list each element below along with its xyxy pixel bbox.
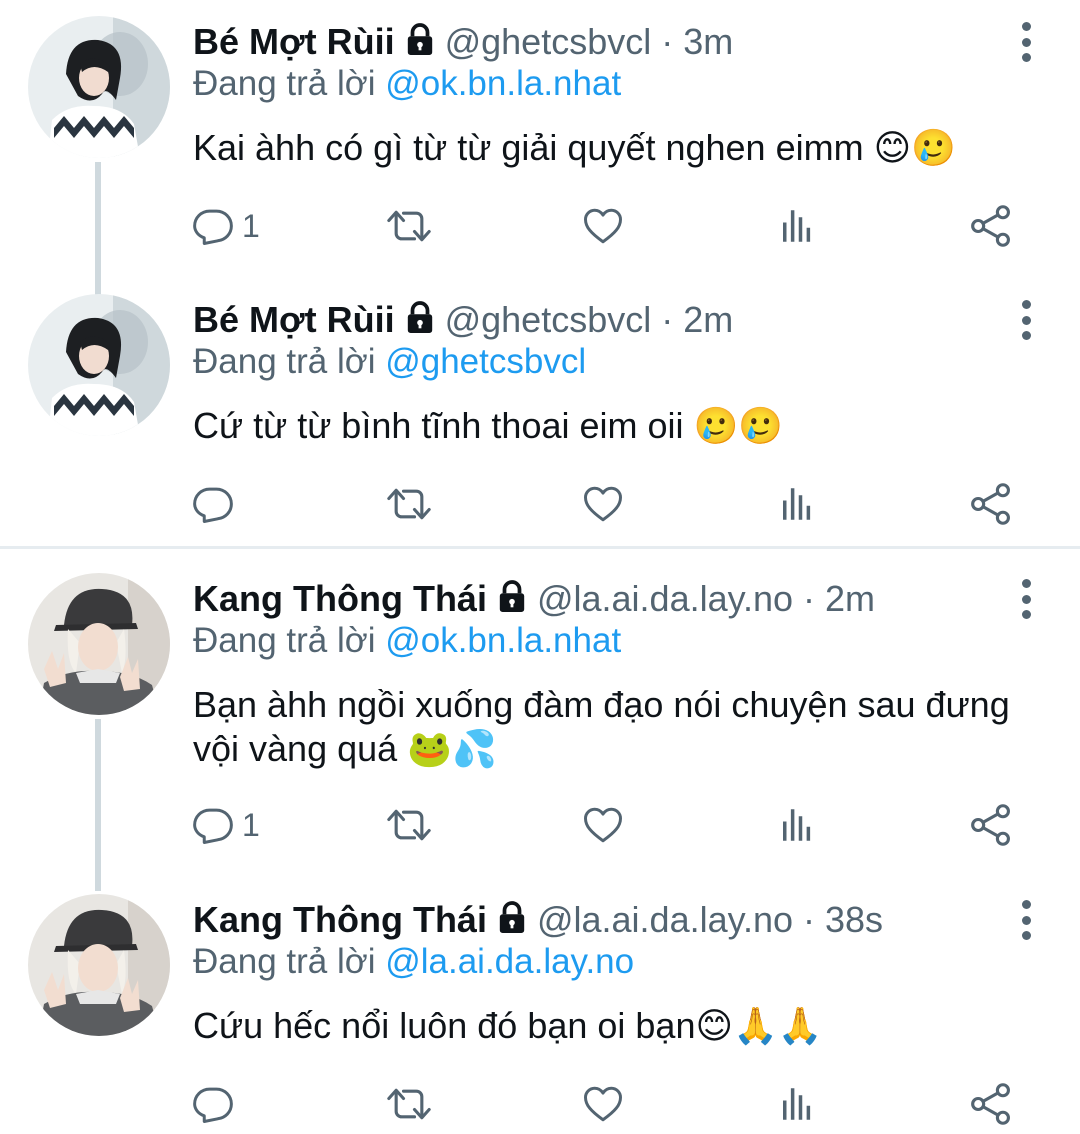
lock-icon <box>497 580 527 623</box>
heart-icon <box>582 1083 624 1125</box>
reply-button[interactable]: 1 <box>192 797 260 853</box>
more-options-icon[interactable] <box>1016 579 1036 619</box>
replying-prefix: Đang trả lời <box>193 342 376 381</box>
replying-prefix: Đang trả lời <box>193 942 376 981</box>
display-name[interactable]: Bé Mợt Rùii <box>193 21 395 63</box>
reply-count: 1 <box>242 806 260 843</box>
tweet-actions <box>0 476 1080 532</box>
separator-dot: · <box>661 299 674 340</box>
avatar[interactable] <box>28 894 170 1036</box>
bar-chart-icon <box>776 804 818 846</box>
retweet-button[interactable] <box>385 198 433 254</box>
more-options-icon[interactable] <box>1016 900 1036 940</box>
retweet-icon <box>385 482 433 526</box>
tweet-header: Bé Mợt Rùii @ghetcsbvcl · 2m <box>193 292 733 348</box>
view-stats-button[interactable] <box>776 198 818 254</box>
replying-prefix: Đang trả lời <box>193 621 376 660</box>
bar-chart-icon <box>776 483 818 525</box>
tweet-header: Bé Mợt Rùii @ghetcsbvcl · 3m <box>193 14 733 70</box>
replying-to: Đang trả lời @ghetcsbvcl <box>193 342 586 382</box>
more-options-icon[interactable] <box>1016 22 1036 62</box>
share-icon <box>969 482 1013 526</box>
thread-divider <box>0 546 1080 549</box>
reply-button[interactable] <box>192 1076 242 1132</box>
user-handle[interactable]: @ghetcsbvcl <box>445 21 652 63</box>
timestamp[interactable]: 38s <box>825 899 883 941</box>
reply-icon <box>192 483 234 525</box>
reply-button[interactable]: 1 <box>192 198 260 254</box>
display-name[interactable]: Kang Thông Thái <box>193 578 487 620</box>
tweet-text: Cứu hếc nổi luôn đó bạn oi bạn😊🙏🙏 <box>193 1005 823 1046</box>
like-button[interactable] <box>582 198 624 254</box>
share-icon <box>969 204 1013 248</box>
retweet-icon <box>385 1082 433 1126</box>
avatar[interactable] <box>28 294 170 436</box>
retweet-icon <box>385 803 433 847</box>
view-stats-button[interactable] <box>776 476 818 532</box>
bar-chart-icon <box>776 1083 818 1125</box>
timestamp[interactable]: 3m <box>683 21 733 63</box>
retweet-button[interactable] <box>385 476 433 532</box>
tweet-text: Bạn àhh ngồi xuống đàm đạo nói chuyện sa… <box>193 684 1010 769</box>
mention-link[interactable]: @ok.bn.la.nhat <box>385 64 621 103</box>
like-button[interactable] <box>582 476 624 532</box>
user-handle[interactable]: @la.ai.da.lay.no <box>537 578 793 620</box>
reply-icon <box>192 205 234 247</box>
reply-button[interactable] <box>192 476 242 532</box>
replying-to: Đang trả lời @ok.bn.la.nhat <box>193 621 621 661</box>
separator-dot: · <box>803 578 815 619</box>
reply-icon <box>192 804 234 846</box>
share-button[interactable] <box>969 797 1013 853</box>
view-stats-button[interactable] <box>776 797 818 853</box>
timestamp[interactable]: 2m <box>825 578 875 620</box>
mention-link[interactable]: @ok.bn.la.nhat <box>385 621 621 660</box>
user-handle[interactable]: @ghetcsbvcl <box>445 299 652 341</box>
share-icon <box>969 1082 1013 1126</box>
share-button[interactable] <box>969 1076 1013 1132</box>
like-button[interactable] <box>582 1076 624 1132</box>
reply-icon <box>192 1083 234 1125</box>
tweet-header: Kang Thông Thái @la.ai.da.lay.no · 2m <box>193 571 875 627</box>
user-handle[interactable]: @la.ai.da.lay.no <box>537 899 793 941</box>
heart-icon <box>582 483 624 525</box>
view-stats-button[interactable] <box>776 1076 818 1132</box>
tweet-actions <box>0 1076 1080 1132</box>
share-button[interactable] <box>969 476 1013 532</box>
retweet-icon <box>385 204 433 248</box>
replying-prefix: Đang trả lời <box>193 64 376 103</box>
avatar[interactable] <box>28 573 170 715</box>
separator-dot: · <box>803 899 815 940</box>
display-name[interactable]: Bé Mợt Rùii <box>193 299 395 341</box>
replying-to: Đang trả lời @ok.bn.la.nhat <box>193 64 621 104</box>
lock-icon <box>405 23 435 66</box>
separator-dot: · <box>661 21 674 62</box>
tweet-header: Kang Thông Thái @la.ai.da.lay.no · 38s <box>193 892 883 948</box>
tweet-actions: 1 <box>0 797 1080 853</box>
retweet-button[interactable] <box>385 797 433 853</box>
retweet-button[interactable] <box>385 1076 433 1132</box>
display-name[interactable]: Kang Thông Thái <box>193 899 487 941</box>
heart-icon <box>582 205 624 247</box>
lock-icon <box>497 901 527 944</box>
more-options-icon[interactable] <box>1016 300 1036 340</box>
timestamp[interactable]: 2m <box>683 299 733 341</box>
heart-icon <box>582 804 624 846</box>
share-button[interactable] <box>969 198 1013 254</box>
share-icon <box>969 803 1013 847</box>
tweet-text: Cứ từ từ bình tĩnh thoai eim oii 🥲🥲 <box>193 405 784 446</box>
lock-icon <box>405 301 435 344</box>
mention-link[interactable]: @la.ai.da.lay.no <box>385 942 634 981</box>
bar-chart-icon <box>776 205 818 247</box>
mention-link[interactable]: @ghetcsbvcl <box>385 342 586 381</box>
reply-count: 1 <box>242 207 260 244</box>
like-button[interactable] <box>582 797 624 853</box>
tweet-text: Kai àhh có gì từ từ giải quyết nghen eim… <box>193 127 956 168</box>
tweet-actions: 1 <box>0 198 1080 254</box>
replying-to: Đang trả lời @la.ai.da.lay.no <box>193 942 634 982</box>
avatar[interactable] <box>28 16 170 158</box>
